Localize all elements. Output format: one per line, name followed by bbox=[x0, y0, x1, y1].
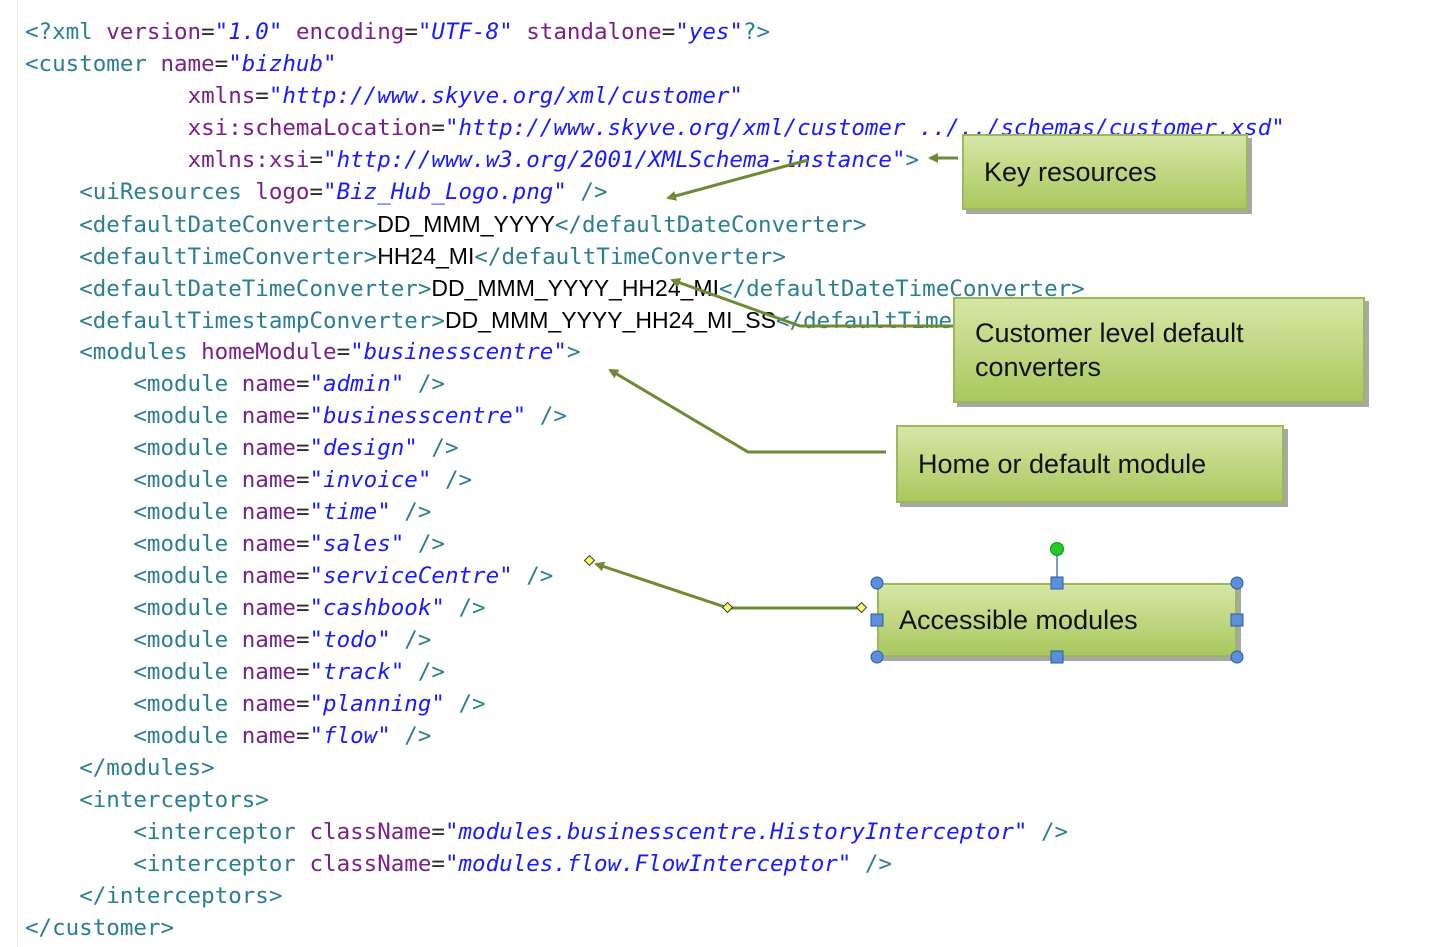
resize-handle-bottom-right[interactable] bbox=[1230, 650, 1244, 664]
rotate-handle[interactable] bbox=[1050, 542, 1064, 556]
resize-handle-bottom[interactable] bbox=[1050, 650, 1064, 664]
resize-handle-bottom-left[interactable] bbox=[870, 650, 884, 664]
resize-handle-left[interactable] bbox=[870, 613, 884, 627]
resize-handle-right[interactable] bbox=[1230, 613, 1244, 627]
resize-handle-top-left[interactable] bbox=[870, 576, 884, 590]
selection-handles bbox=[870, 542, 1244, 664]
resize-handle-top[interactable] bbox=[1050, 576, 1064, 590]
resize-handle-top-right[interactable] bbox=[1230, 576, 1244, 590]
